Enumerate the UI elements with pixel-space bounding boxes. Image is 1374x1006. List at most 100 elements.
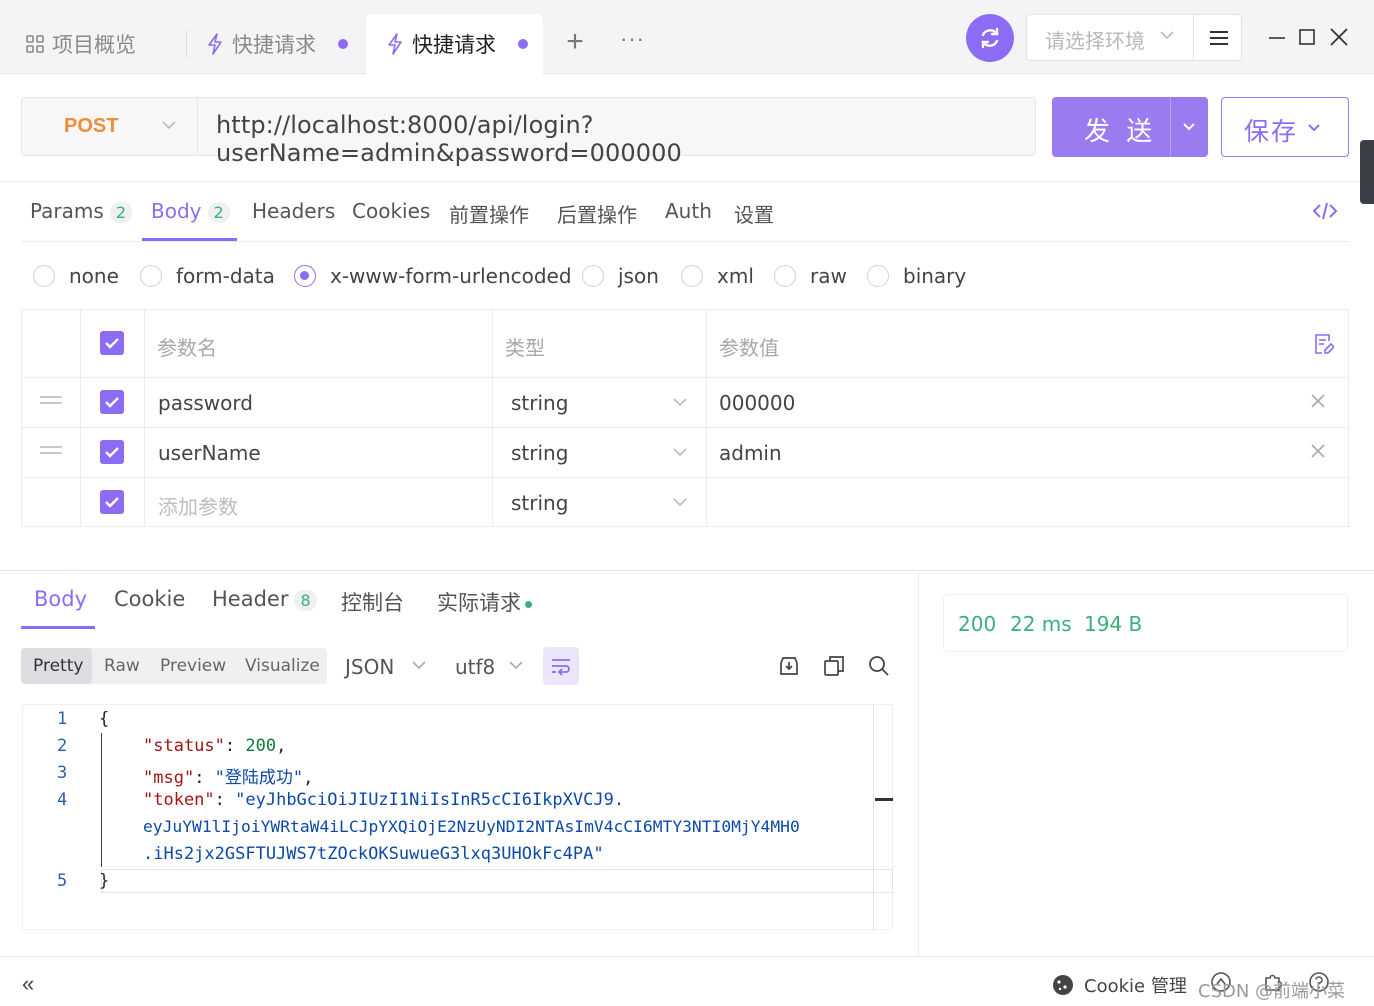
tab-cookies[interactable]: Cookies: [352, 199, 430, 223]
close-icon: [1330, 28, 1348, 46]
radio-raw[interactable]: raw: [774, 264, 847, 288]
status-code: 200: [958, 612, 997, 636]
params-table: 参数名 类型 参数值 password string 000000 userNa…: [21, 309, 1349, 527]
vertical-scrollbar[interactable]: [873, 705, 874, 931]
radio-binary[interactable]: binary: [867, 264, 966, 288]
select-all-checkbox[interactable]: [100, 331, 124, 355]
param-type-select[interactable]: string: [511, 491, 568, 515]
add-param-input[interactable]: 添加参数: [158, 491, 238, 520]
unsaved-dot: [518, 39, 528, 49]
response-body-editor[interactable]: 1 2 3 4 5 { "status": 200, "msg": "登陆成功"…: [22, 704, 893, 931]
method-select[interactable]: POST: [22, 98, 198, 155]
radio-none[interactable]: none: [33, 264, 119, 288]
response-tab-console[interactable]: 控制台: [341, 587, 404, 617]
menu-icon[interactable]: [1209, 29, 1229, 52]
row-checkbox[interactable]: [100, 390, 124, 414]
code-brace-close: }: [99, 871, 110, 891]
tab-quick-request[interactable]: 快捷请求: [204, 14, 348, 74]
radio-circle: [867, 265, 889, 287]
word-wrap-button[interactable]: [543, 647, 579, 685]
url-input[interactable]: http://localhost:8000/api/login?userName…: [216, 111, 1035, 167]
param-name-cell[interactable]: password: [158, 391, 253, 415]
view-mode-preview[interactable]: Preview: [160, 656, 226, 676]
radio-x-www-form-urlencoded[interactable]: x-www-form-urlencoded: [294, 264, 572, 288]
radio-form-data[interactable]: form-data: [140, 264, 275, 288]
lightning-icon: [384, 33, 406, 55]
column-divider: [492, 310, 493, 526]
line-number: 3: [57, 763, 68, 783]
search-icon[interactable]: [868, 655, 890, 677]
tab-quick-request-active[interactable]: 快捷请求: [366, 14, 543, 74]
tab-settings[interactable]: 设置: [734, 199, 774, 228]
divider: [918, 571, 919, 955]
count-badge: 2: [109, 202, 132, 223]
tab-label: Params: [30, 199, 104, 223]
response-tab-actual-request[interactable]: 实际请求: [437, 587, 532, 617]
cookie-manager-button[interactable]: Cookie 管理: [1052, 972, 1187, 998]
view-mode-visualize[interactable]: Visualize: [245, 656, 320, 676]
param-value-cell[interactable]: admin: [719, 441, 782, 465]
side-panel-grip[interactable]: [1360, 140, 1374, 204]
json-key: "token": [143, 790, 215, 810]
view-mode-pretty[interactable]: Pretty: [33, 656, 83, 676]
save-button[interactable]: 保存: [1221, 97, 1349, 157]
response-tab-header[interactable]: Header 8: [212, 587, 317, 611]
encoding-select[interactable]: utf8: [455, 655, 495, 679]
view-mode-switch: Pretty Raw Preview Visualize: [21, 648, 327, 684]
check-icon: [105, 397, 119, 408]
drag-handle-icon[interactable]: [40, 396, 62, 410]
code-icon[interactable]: [1312, 200, 1338, 227]
radio-json[interactable]: json: [582, 264, 659, 288]
radio-circle: [582, 265, 604, 287]
add-tab-button[interactable]: +: [560, 24, 590, 60]
chevron-down-icon: [1159, 27, 1175, 48]
tab-auth[interactable]: Auth: [665, 199, 712, 223]
more-tabs-button[interactable]: ···: [620, 24, 650, 60]
environment-select[interactable]: 请选择环境: [1026, 14, 1242, 61]
bulk-edit-icon[interactable]: [1314, 333, 1336, 360]
row-checkbox[interactable]: [100, 440, 124, 464]
response-tab-cookie[interactable]: Cookie: [114, 587, 185, 611]
format-select[interactable]: JSON: [345, 655, 394, 679]
row-checkbox[interactable]: [100, 490, 124, 514]
json-string-wrapped: .iHs2jx2GSFTUJWS7tZOckOKSuwueG3lxq3UHOkF…: [143, 844, 604, 864]
drag-handle-icon[interactable]: [40, 446, 62, 460]
radio-xml[interactable]: xml: [681, 264, 754, 288]
watermark: CSDN @前端小菜: [1198, 981, 1346, 1002]
chevron-down-icon[interactable]: [1180, 117, 1198, 140]
chevron-down-icon: [672, 394, 688, 415]
collapse-sidebar-button[interactable]: «: [22, 971, 34, 997]
radio-circle: [140, 265, 162, 287]
tab-params[interactable]: Params 2: [30, 199, 132, 223]
chevron-down-icon: [508, 657, 524, 678]
json-number: 200: [245, 736, 277, 756]
tab-pre-operations[interactable]: 前置操作: [449, 199, 529, 228]
param-value-cell[interactable]: 000000: [719, 391, 795, 415]
cookie-icon: [1053, 975, 1073, 995]
copy-icon[interactable]: [823, 655, 845, 677]
delete-row-icon[interactable]: [1310, 443, 1328, 461]
download-icon[interactable]: [778, 655, 800, 677]
tab-post-operations[interactable]: 后置操作: [557, 199, 637, 228]
scrollbar-thumb[interactable]: [875, 798, 893, 801]
param-name-cell[interactable]: userName: [158, 441, 261, 465]
minimize-button[interactable]: [1264, 24, 1290, 50]
tab-headers[interactable]: Headers: [252, 199, 335, 223]
tab-label: Body: [151, 199, 202, 223]
delete-row-icon[interactable]: [1310, 393, 1328, 411]
tab-body[interactable]: Body 2: [151, 199, 230, 223]
param-type-select[interactable]: string: [511, 391, 568, 415]
send-button[interactable]: 发 送: [1052, 97, 1208, 157]
tab-project-overview[interactable]: 项目概览: [24, 14, 136, 74]
maximize-button[interactable]: [1294, 24, 1320, 50]
response-tab-body[interactable]: Body: [34, 587, 87, 611]
view-mode-raw[interactable]: Raw: [104, 656, 140, 676]
sync-button[interactable]: [966, 14, 1014, 62]
code-line: "msg": "登陆成功",: [143, 768, 314, 788]
check-icon: [105, 497, 119, 508]
json-key: "msg": [143, 768, 195, 788]
divider: [21, 241, 1349, 242]
chevron-down-icon: [672, 444, 688, 465]
close-window-button[interactable]: [1326, 24, 1352, 50]
param-type-select[interactable]: string: [511, 441, 568, 465]
